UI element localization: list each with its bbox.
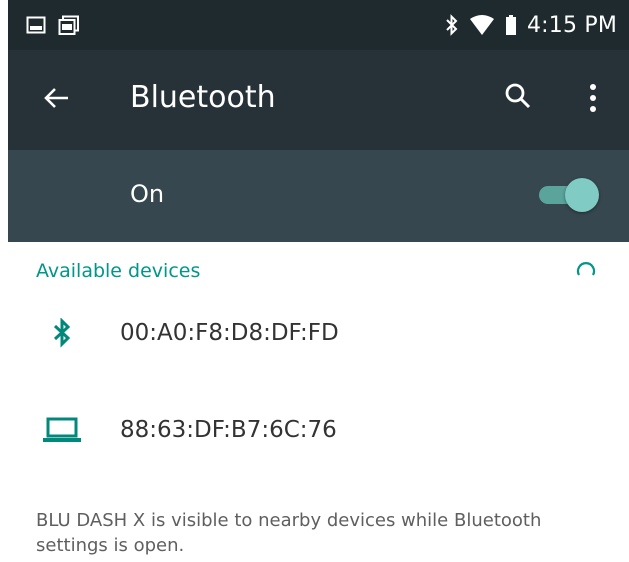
photo-notification-icon	[58, 15, 80, 35]
search-button[interactable]	[498, 78, 538, 118]
back-arrow-icon	[42, 84, 70, 116]
bluetooth-settings-screen: 4:15 PM Bluetooth On Available devices 0…	[0, 0, 629, 562]
device-name: 88:63:DF:B7:6C:76	[120, 417, 337, 443]
wifi-icon	[469, 14, 495, 36]
device-name: 00:A0:F8:D8:DF:FD	[120, 320, 339, 346]
bluetooth-toggle[interactable]	[535, 174, 599, 214]
page-title: Bluetooth	[130, 80, 276, 115]
visibility-note: BLU DASH X is visible to nearby devices …	[36, 510, 542, 556]
status-bar-notifications	[8, 15, 80, 35]
laptop-icon	[42, 410, 82, 450]
device-row[interactable]: 00:A0:F8:D8:DF:FD	[8, 298, 629, 368]
available-devices-header: Available devices	[36, 260, 201, 282]
image-notification-icon	[26, 15, 46, 35]
status-time: 4:15 PM	[526, 12, 617, 38]
toggle-thumb	[565, 178, 599, 212]
status-bar: 4:15 PM	[8, 0, 629, 50]
battery-icon	[505, 14, 517, 36]
bluetooth-icon	[42, 313, 82, 353]
bluetooth-master-switch-row[interactable]: On	[8, 150, 629, 242]
bluetooth-status-icon	[445, 14, 459, 36]
search-icon	[504, 82, 532, 114]
more-options-button[interactable]	[573, 78, 613, 122]
status-bar-system: 4:15 PM	[445, 13, 629, 38]
more-vert-icon	[589, 83, 597, 117]
app-bar: Bluetooth	[8, 50, 629, 150]
scanning-spinner-icon	[574, 259, 598, 283]
back-button[interactable]	[36, 80, 76, 120]
switch-label: On	[130, 180, 165, 208]
device-row[interactable]: 88:63:DF:B7:6C:76	[8, 395, 629, 465]
